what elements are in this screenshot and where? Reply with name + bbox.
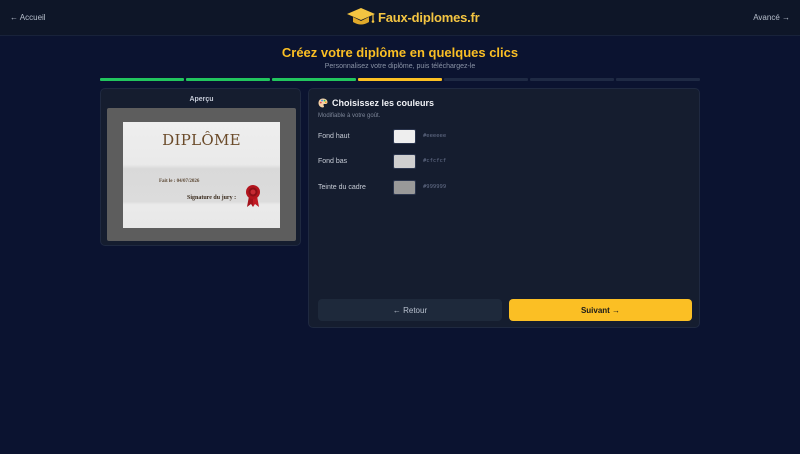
color-label: Teinte du cadre — [318, 184, 366, 191]
advanced-link[interactable]: Avancé → — [753, 13, 790, 22]
color-swatch-frame-tint[interactable] — [393, 180, 416, 195]
progress-step — [444, 78, 528, 81]
colors-section-title: Choisissez les couleurs — [332, 98, 435, 108]
graduation-cap-icon — [347, 8, 375, 25]
progress-steps — [100, 78, 700, 81]
color-hex-value: #eeeeee — [423, 133, 447, 139]
preview-panel: Aperçu DIPLÔME Fait le : 04/07/2026 Sign… — [100, 88, 301, 246]
home-link[interactable]: ← Accueil — [10, 13, 46, 22]
brand-logo[interactable]: Faux-diplomes.fr — [346, 5, 480, 29]
progress-step — [358, 78, 442, 81]
diploma-signature-label: Signature du jury : — [187, 195, 237, 201]
colors-section-subtitle: Modifiable à votre goût. — [318, 113, 381, 119]
diploma-preview: DIPLÔME Fait le : 04/07/2026 Signature d… — [123, 122, 280, 228]
color-label: Fond haut — [318, 133, 350, 140]
diploma-frame: DIPLÔME Fait le : 04/07/2026 Signature d… — [107, 108, 296, 241]
next-button[interactable]: Suivant → — [509, 299, 692, 321]
palette-icon — [318, 98, 328, 108]
diploma-title: DIPLÔME — [162, 131, 241, 149]
progress-step — [530, 78, 614, 81]
diploma-date: Fait le : 04/07/2026 — [159, 179, 200, 184]
preview-label: Aperçu — [189, 96, 214, 103]
page-title: Créez votre diplôme en quelques clics — [281, 45, 519, 60]
page-subtitle: Personnalisez votre diplôme, puis téléch… — [324, 63, 476, 70]
progress-step — [100, 78, 184, 81]
color-hex-value: #999999 — [423, 184, 447, 190]
top-bar: ← Accueil Faux-diplomes.fr Avancé → — [0, 0, 800, 36]
color-label: Fond bas — [318, 158, 348, 165]
back-button[interactable]: ← Retour — [318, 299, 502, 321]
brand-name: Faux-diplomes.fr — [378, 9, 480, 25]
colors-section-heading: Choisissez les couleurs — [318, 98, 434, 108]
colors-panel: Choisissez les couleurs Modifiable à vot… — [308, 88, 700, 328]
progress-step — [272, 78, 356, 81]
color-hex-value: #cfcfcf — [423, 158, 447, 164]
color-swatch-bottom-background[interactable] — [393, 154, 416, 169]
color-swatch-top-background[interactable] — [393, 129, 416, 144]
wax-seal-icon — [246, 185, 260, 207]
progress-step — [616, 78, 700, 81]
progress-step — [186, 78, 270, 81]
